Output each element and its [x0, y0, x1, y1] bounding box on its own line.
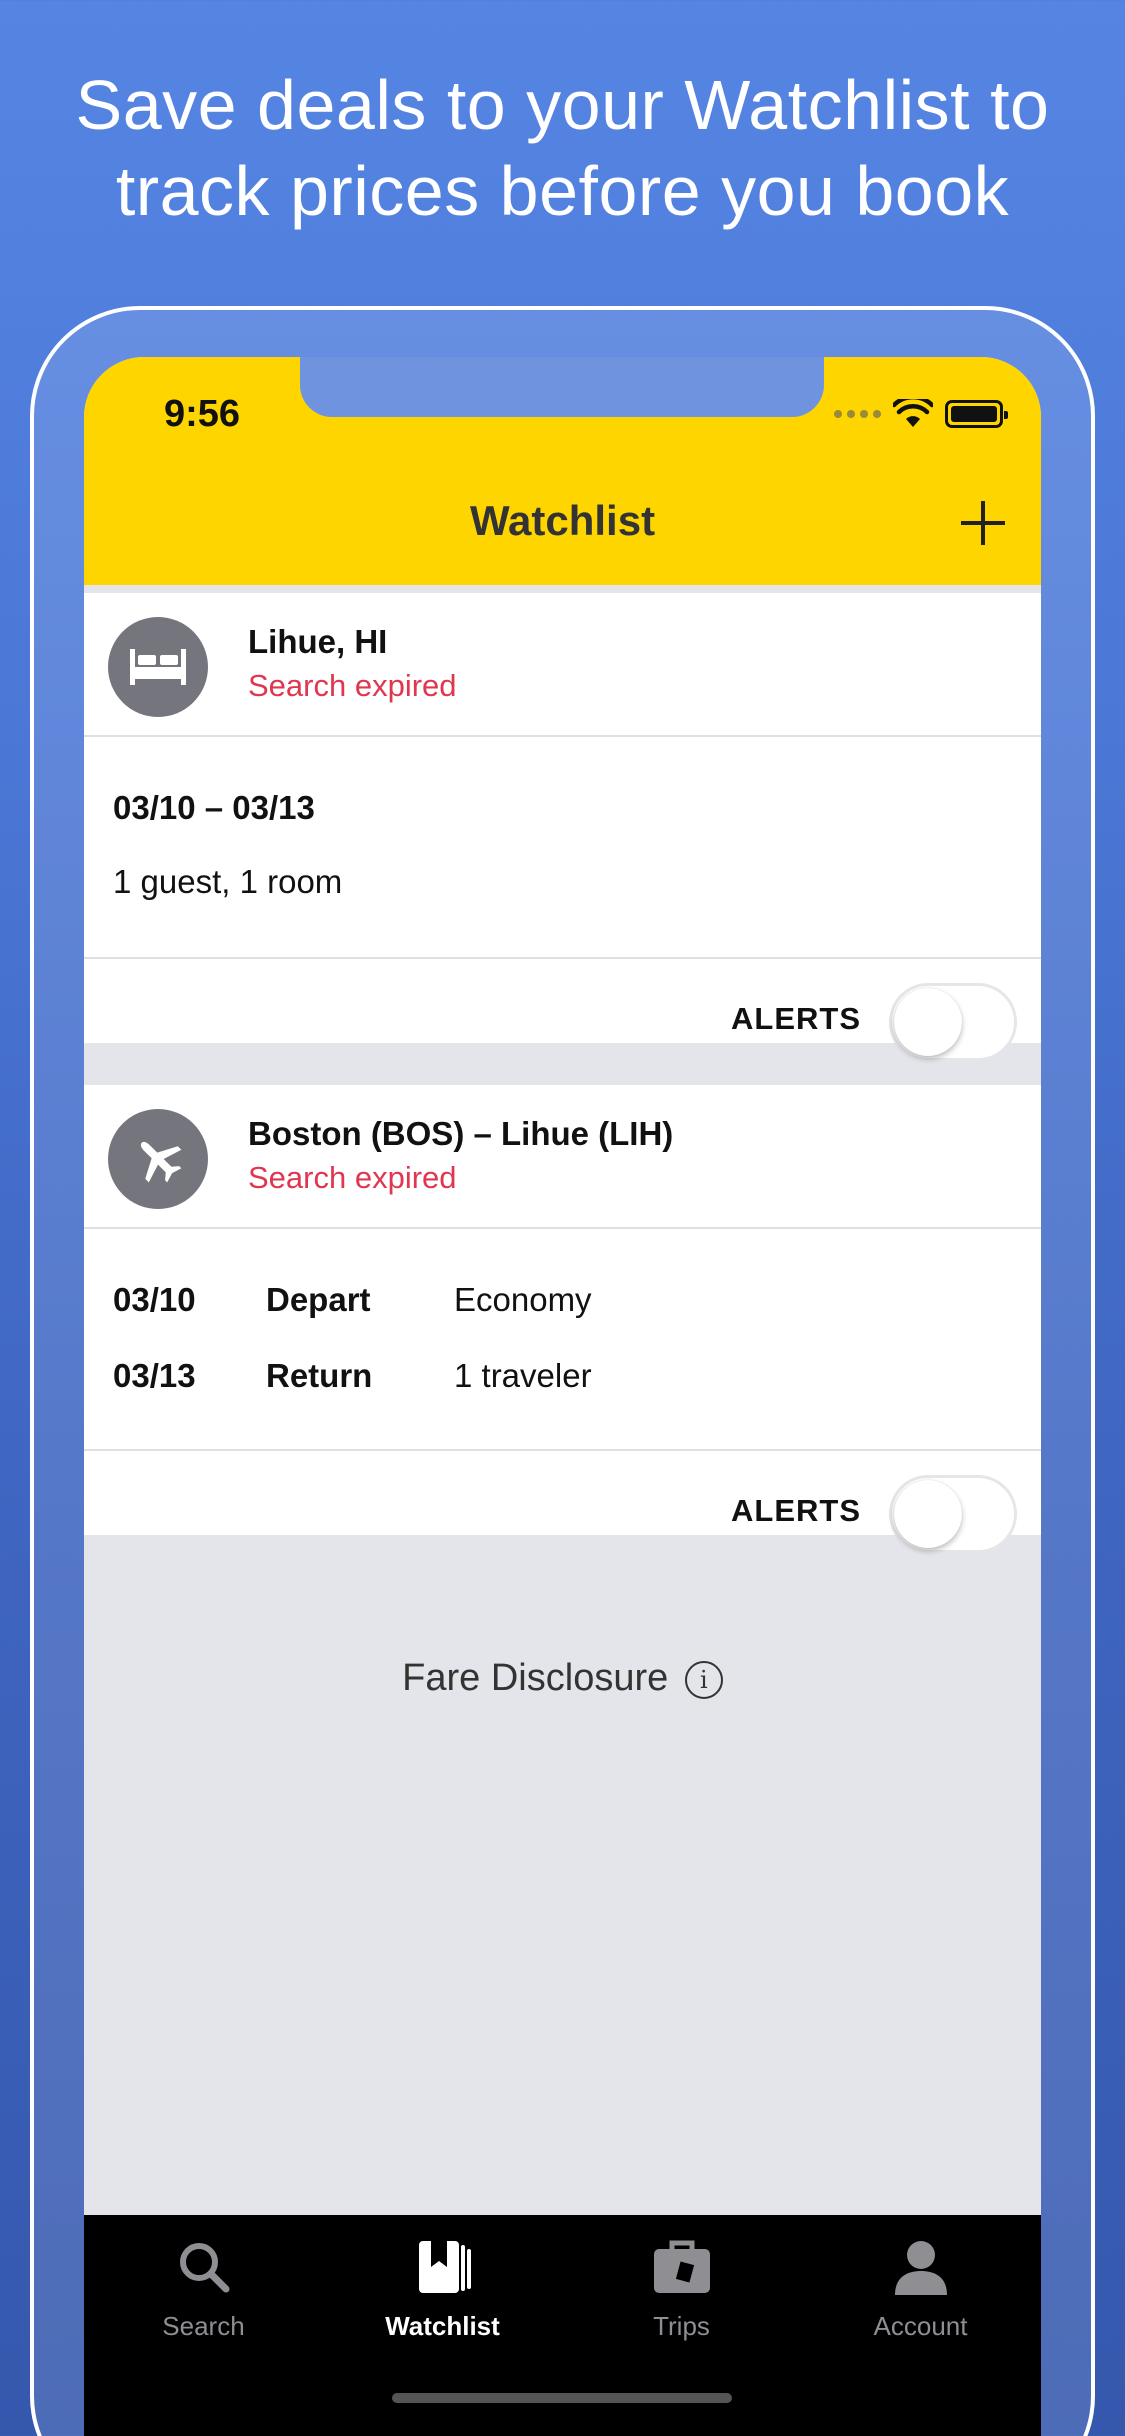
signal-icon: [834, 410, 881, 418]
app-header: 9:56 Watchlist: [84, 357, 1041, 585]
tab-label: Search: [162, 2311, 245, 2341]
flight-leg-type: Depart: [266, 1281, 371, 1318]
traveler-count: 1 traveler: [454, 1357, 592, 1394]
battery-icon: [945, 400, 1008, 428]
phone-screen: 9:56 Watchlist Lihue, HI Search expired …: [84, 357, 1041, 2436]
bookmark-icon: [419, 2241, 471, 2293]
alerts-label: ALERTS: [731, 1001, 861, 1036]
hotel-details: 03/10 – 03/13 1 guest, 1 room: [84, 737, 1041, 959]
search-status: Search expired: [248, 668, 457, 703]
card-header: Boston (BOS) – Lihue (LIH) Search expire…: [84, 1085, 1041, 1229]
tab-label: Watchlist: [385, 2311, 500, 2341]
magnifier-icon: [180, 2243, 230, 2293]
card-title: Boston (BOS) – Lihue (LIH): [248, 1115, 674, 1152]
info-icon: i: [684, 1660, 723, 1699]
stay-dates: 03/10 – 03/13: [113, 789, 315, 826]
alerts-label: ALERTS: [731, 1493, 861, 1528]
fare-disclosure-label: Fare Disclosure: [402, 1657, 669, 1699]
watchlist-card-hotel[interactable]: Lihue, HI Search expired 03/10 – 03/13 1…: [84, 593, 1041, 1061]
card-header: Lihue, HI Search expired: [84, 593, 1041, 737]
promo-headline-line-1: Save deals to your Watchlist to: [75, 66, 1050, 144]
toggle-knob: [894, 988, 962, 1056]
promo-headline: Save deals to your Watchlist to track pr…: [0, 62, 1125, 234]
tab-trips[interactable]: Trips: [562, 2215, 801, 2365]
tab-label: Account: [873, 2311, 968, 2341]
alerts-row: ALERTS: [84, 1451, 1041, 1563]
fare-disclosure-link[interactable]: Fare Disclosure i: [84, 1657, 1041, 1700]
card-title: Lihue, HI: [248, 623, 388, 660]
tab-search[interactable]: Search: [84, 2215, 323, 2365]
device-notch: [300, 357, 824, 417]
add-watchlist-button[interactable]: [959, 499, 1007, 547]
tab-bar: Search Watchlist Trips Account: [84, 2215, 1041, 2436]
suitcase-icon: [654, 2240, 710, 2293]
watchlist-card-flight[interactable]: Boston (BOS) – Lihue (LIH) Search expire…: [84, 1085, 1041, 1553]
flight-date: 03/13: [113, 1357, 196, 1394]
tab-watchlist[interactable]: Watchlist: [323, 2215, 562, 2365]
flight-details: 03/10 Depart Economy 03/13 Return 1 trav…: [84, 1229, 1041, 1451]
status-icons: [834, 399, 1008, 429]
person-icon: [895, 2241, 947, 2295]
bed-icon: [108, 617, 208, 717]
flight-leg-type: Return: [266, 1357, 373, 1394]
tab-label: Trips: [653, 2311, 710, 2341]
tab-account[interactable]: Account: [801, 2215, 1040, 2365]
guest-count: 1 guest, 1 room: [113, 863, 343, 900]
alerts-toggle[interactable]: [889, 983, 1017, 1061]
home-indicator[interactable]: [392, 2393, 732, 2403]
airplane-icon: [108, 1109, 208, 1209]
status-time: 9:56: [164, 393, 241, 435]
alerts-row: ALERTS: [84, 959, 1041, 1071]
flight-cabin: Economy: [454, 1281, 592, 1318]
promo-headline-line-2: track prices before you book: [115, 152, 1010, 230]
page-title: Watchlist: [469, 497, 656, 544]
search-status: Search expired: [248, 1160, 457, 1195]
flight-date: 03/10: [113, 1281, 196, 1318]
wifi-icon: [893, 399, 933, 427]
toggle-knob: [894, 1480, 962, 1548]
alerts-toggle[interactable]: [889, 1475, 1017, 1553]
